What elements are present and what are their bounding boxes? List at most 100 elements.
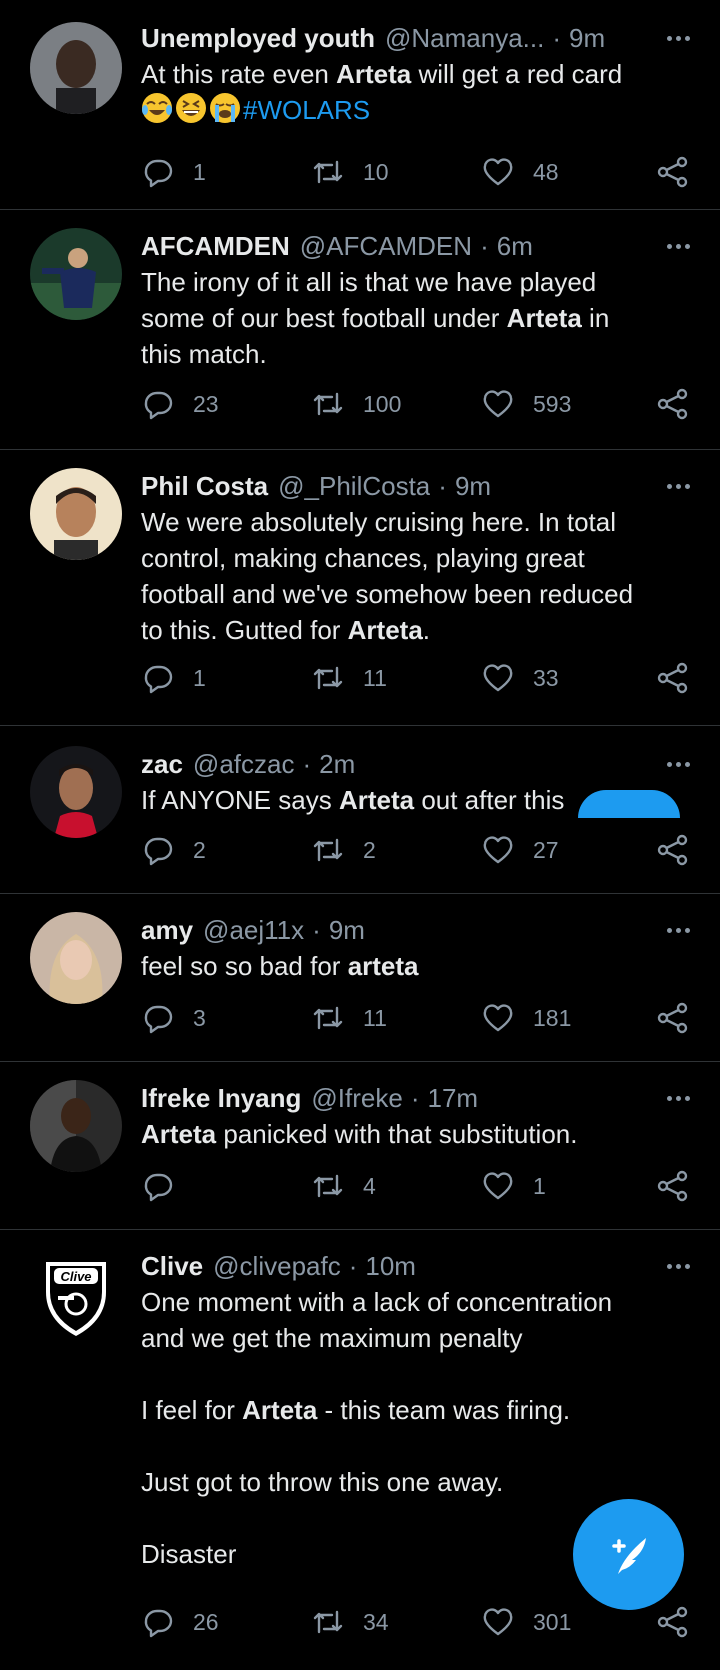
retweet-icon bbox=[311, 1169, 363, 1203]
like-button[interactable]: 27 bbox=[481, 830, 559, 870]
retweet-icon bbox=[311, 1001, 363, 1035]
author-handle[interactable]: @_PhilCosta bbox=[278, 468, 430, 504]
retweet-icon bbox=[311, 833, 363, 867]
likes-count: 27 bbox=[533, 836, 559, 863]
more-icon[interactable] bbox=[650, 912, 690, 948]
more-icon[interactable] bbox=[650, 468, 690, 504]
share-button[interactable] bbox=[656, 1166, 690, 1206]
author-name[interactable]: amy bbox=[141, 912, 193, 948]
separator-dot: · bbox=[438, 471, 447, 501]
retweet-button[interactable]: 4 bbox=[311, 1166, 376, 1206]
separator-dot: · bbox=[312, 915, 321, 945]
author-name[interactable]: Clive bbox=[141, 1248, 203, 1284]
grinning-squinting-face-emoji bbox=[175, 92, 207, 133]
more-icon[interactable] bbox=[650, 1080, 690, 1116]
author-handle[interactable]: @clivepafc bbox=[213, 1248, 341, 1284]
timestamp[interactable]: 2m bbox=[319, 746, 355, 782]
compose-button-ghost bbox=[578, 790, 680, 818]
avatar[interactable] bbox=[30, 746, 122, 838]
avatar[interactable] bbox=[30, 468, 122, 560]
retweets-count: 11 bbox=[363, 664, 387, 691]
share-icon bbox=[656, 1605, 690, 1639]
like-button[interactable]: 33 bbox=[481, 658, 559, 698]
avatar[interactable] bbox=[30, 228, 122, 320]
author-handle[interactable]: @Namanya... bbox=[385, 20, 544, 56]
like-button[interactable]: 593 bbox=[481, 384, 571, 424]
tweet-actions: 23 100 593 bbox=[141, 384, 690, 424]
hashtag-link[interactable]: #WOLARS bbox=[243, 95, 370, 125]
timestamp[interactable]: 17m bbox=[428, 1080, 479, 1116]
timestamp[interactable]: 6m bbox=[497, 228, 533, 264]
author-handle[interactable]: @Ifreke bbox=[311, 1080, 402, 1116]
share-button[interactable] bbox=[656, 1602, 690, 1642]
author-handle[interactable]: @aej11x bbox=[203, 912, 304, 948]
reply-button[interactable] bbox=[141, 1166, 193, 1206]
author-handle[interactable]: @AFCAMDEN bbox=[300, 228, 472, 264]
author-name[interactable]: Unemployed youth bbox=[141, 20, 375, 56]
like-button[interactable]: 1 bbox=[481, 1166, 546, 1206]
author-name[interactable]: AFCAMDEN bbox=[141, 228, 290, 264]
tweet[interactable]: Ifreke Inyang @Ifreke · 17m Arteta panic… bbox=[0, 1062, 720, 1230]
author-name[interactable]: Phil Costa bbox=[141, 468, 268, 504]
reply-button[interactable]: 3 bbox=[141, 998, 206, 1038]
highlighted-keyword: Arteta bbox=[336, 59, 412, 89]
heart-icon bbox=[481, 155, 533, 189]
retweet-button[interactable]: 11 bbox=[311, 998, 387, 1038]
like-button[interactable]: 181 bbox=[481, 998, 571, 1038]
avatar[interactable] bbox=[30, 912, 122, 1004]
tweet[interactable]: amy @aej11x · 9m feel so so bad for arte… bbox=[0, 894, 720, 1062]
more-icon[interactable] bbox=[650, 1248, 690, 1284]
tweet-actions: 1 10 48 bbox=[141, 152, 690, 192]
tweet[interactable]: Unemployed youth @Namanya... · 9m At thi… bbox=[0, 0, 720, 210]
tweet-header: zac @afczac · 2m bbox=[141, 746, 690, 782]
highlighted-keyword: Arteta bbox=[506, 303, 582, 333]
author-handle[interactable]: @afczac bbox=[193, 746, 295, 782]
timestamp[interactable]: 10m bbox=[365, 1248, 416, 1284]
highlighted-keyword: Arteta bbox=[347, 615, 423, 645]
tweet-header: Ifreke Inyang @Ifreke · 17m bbox=[141, 1080, 690, 1116]
avatar[interactable] bbox=[30, 1080, 122, 1172]
reply-icon bbox=[141, 1169, 193, 1203]
reply-button[interactable]: 23 bbox=[141, 384, 219, 424]
retweet-button[interactable]: 10 bbox=[311, 152, 389, 192]
reply-button[interactable]: 1 bbox=[141, 658, 206, 698]
author-name[interactable]: zac bbox=[141, 746, 183, 782]
reply-button[interactable]: 1 bbox=[141, 152, 206, 192]
avatar[interactable]: Clive bbox=[30, 1248, 122, 1340]
reply-button[interactable]: 26 bbox=[141, 1602, 219, 1642]
retweet-button[interactable]: 100 bbox=[311, 384, 401, 424]
tweet[interactable]: Phil Costa @_PhilCosta · 9m We were abso… bbox=[0, 450, 720, 726]
more-icon[interactable] bbox=[650, 20, 690, 56]
reply-button[interactable]: 2 bbox=[141, 830, 206, 870]
timestamp[interactable]: 9m bbox=[329, 912, 365, 948]
highlighted-keyword: arteta bbox=[347, 951, 419, 981]
share-button[interactable] bbox=[656, 830, 690, 870]
share-icon bbox=[656, 155, 690, 189]
like-button[interactable]: 301 bbox=[481, 1602, 571, 1642]
retweet-button[interactable]: 2 bbox=[311, 830, 376, 870]
highlighted-keyword: Arteta bbox=[141, 1119, 217, 1149]
share-button[interactable] bbox=[656, 384, 690, 424]
more-icon[interactable] bbox=[650, 228, 690, 264]
retweet-button[interactable]: 11 bbox=[311, 658, 387, 698]
replies-count: 23 bbox=[193, 390, 219, 417]
retweet-button[interactable]: 34 bbox=[311, 1602, 389, 1642]
tweet-header: amy @aej11x · 9m bbox=[141, 912, 690, 948]
tweet[interactable]: AFCAMDEN @AFCAMDEN · 6m The irony of it … bbox=[0, 210, 720, 450]
like-button[interactable]: 48 bbox=[481, 152, 559, 192]
more-icon[interactable] bbox=[650, 746, 690, 782]
compose-tweet-button[interactable] bbox=[573, 1499, 684, 1610]
timestamp[interactable]: 9m bbox=[569, 20, 605, 56]
retweet-icon bbox=[311, 1605, 363, 1639]
share-button[interactable] bbox=[656, 658, 690, 698]
share-button[interactable] bbox=[656, 998, 690, 1038]
share-button[interactable] bbox=[656, 152, 690, 192]
separator-dot: · bbox=[552, 23, 562, 53]
retweets-count: 4 bbox=[363, 1172, 376, 1199]
avatar[interactable] bbox=[30, 22, 122, 114]
author-name[interactable]: Ifreke Inyang bbox=[141, 1080, 301, 1116]
separator-dot: · bbox=[348, 1251, 358, 1281]
timestamp[interactable]: 9m bbox=[455, 468, 491, 504]
face-with-tears-of-joy-emoji bbox=[141, 92, 173, 133]
reply-icon bbox=[141, 387, 193, 421]
